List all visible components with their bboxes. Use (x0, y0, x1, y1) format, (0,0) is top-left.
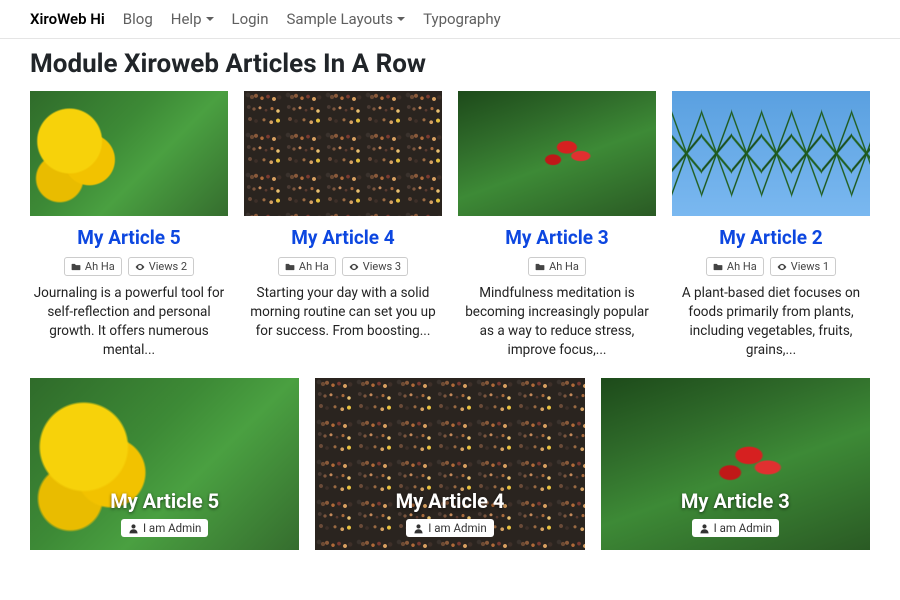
nav-link-help[interactable]: Help (171, 10, 214, 28)
article-title-link[interactable]: My Article 2 (672, 226, 870, 249)
article-title-link[interactable]: My Article 3 (601, 489, 870, 513)
author-badge[interactable]: I am Admin (692, 519, 779, 537)
article-thumbnail[interactable] (458, 91, 656, 216)
article-row-top: My Article 5 Ah Ha Views 2 Journaling is… (30, 91, 870, 360)
category-label: Ah Ha (549, 260, 579, 273)
eye-icon (349, 262, 359, 272)
brand[interactable]: XiroWeb Hi (30, 10, 105, 28)
views-badge[interactable]: Views 3 (342, 257, 408, 276)
article-thumbnail[interactable] (30, 91, 228, 216)
article-title-link[interactable]: My Article 5 (30, 489, 299, 513)
category-badge[interactable]: Ah Ha (278, 257, 336, 276)
author-badge[interactable]: I am Admin (121, 519, 208, 537)
overlay-content: My Article 5 I am Admin (30, 489, 299, 538)
author-label: I am Admin (143, 521, 201, 535)
category-badge[interactable]: Ah Ha (706, 257, 764, 276)
article-excerpt: Mindfulness meditation is becoming incre… (458, 284, 656, 360)
folder-icon (713, 262, 723, 272)
category-label: Ah Ha (299, 260, 329, 273)
article-row-bottom: My Article 5 I am Admin My Article 4 I a… (30, 378, 870, 550)
nav-link-label: Login (232, 10, 269, 28)
views-label: Views 2 (149, 260, 187, 273)
category-label: Ah Ha (85, 260, 115, 273)
eye-icon (135, 262, 145, 272)
folder-icon (285, 262, 295, 272)
article-title-link[interactable]: My Article 4 (244, 226, 442, 249)
article-excerpt: Journaling is a powerful tool for self-r… (30, 284, 228, 360)
folder-icon (71, 262, 81, 272)
folder-icon (535, 262, 545, 272)
article-thumbnail[interactable] (244, 91, 442, 216)
article-meta: Ah Ha Views 2 (30, 257, 228, 276)
user-icon (699, 523, 710, 534)
author-label: I am Admin (714, 521, 772, 535)
nav-link-label: Sample Layouts (287, 10, 394, 28)
views-label: Views 1 (791, 260, 829, 273)
author-badge[interactable]: I am Admin (406, 519, 493, 537)
nav-link-sample-layouts[interactable]: Sample Layouts (287, 10, 406, 28)
article-meta: Ah Ha (458, 257, 656, 276)
nav-link-label: Help (171, 10, 202, 28)
article-overlay-card[interactable]: My Article 3 I am Admin (601, 378, 870, 550)
views-badge[interactable]: Views 2 (128, 257, 194, 276)
overlay-content: My Article 3 I am Admin (601, 489, 870, 538)
nav-link-label: Blog (123, 10, 153, 28)
article-title-link[interactable]: My Article 4 (315, 489, 584, 513)
user-icon (128, 523, 139, 534)
category-badge[interactable]: Ah Ha (64, 257, 122, 276)
views-label: Views 3 (363, 260, 401, 273)
article-overlay-card[interactable]: My Article 5 I am Admin (30, 378, 299, 550)
article-overlay-card[interactable]: My Article 4 I am Admin (315, 378, 584, 550)
views-badge[interactable]: Views 1 (770, 257, 836, 276)
category-badge[interactable]: Ah Ha (528, 257, 586, 276)
article-title-link[interactable]: My Article 3 (458, 226, 656, 249)
chevron-down-icon (397, 17, 405, 21)
article-title-link[interactable]: My Article 5 (30, 226, 228, 249)
article-card: My Article 4 Ah Ha Views 3 Starting your… (244, 91, 442, 360)
chevron-down-icon (206, 17, 214, 21)
article-excerpt: Starting your day with a solid morning r… (244, 284, 442, 341)
navbar: XiroWeb Hi Blog Help Login Sample Layout… (0, 0, 900, 39)
user-icon (413, 523, 424, 534)
nav-link-blog[interactable]: Blog (123, 10, 153, 28)
article-meta: Ah Ha Views 1 (672, 257, 870, 276)
page-title: Module Xiroweb Articles In A Row (30, 49, 870, 79)
article-card: My Article 5 Ah Ha Views 2 Journaling is… (30, 91, 228, 360)
author-label: I am Admin (428, 521, 486, 535)
article-excerpt: A plant-based diet focuses on foods prim… (672, 284, 870, 360)
main-content: Module Xiroweb Articles In A Row My Arti… (0, 39, 900, 560)
article-meta: Ah Ha Views 3 (244, 257, 442, 276)
article-card: My Article 3 Ah Ha Mindfulness meditatio… (458, 91, 656, 360)
overlay-content: My Article 4 I am Admin (315, 489, 584, 538)
article-thumbnail[interactable] (672, 91, 870, 216)
nav-link-typography[interactable]: Typography (423, 10, 501, 28)
category-label: Ah Ha (727, 260, 757, 273)
nav-link-label: Typography (423, 10, 501, 28)
nav-link-login[interactable]: Login (232, 10, 269, 28)
article-card: My Article 2 Ah Ha Views 1 A plant-based… (672, 91, 870, 360)
eye-icon (777, 262, 787, 272)
